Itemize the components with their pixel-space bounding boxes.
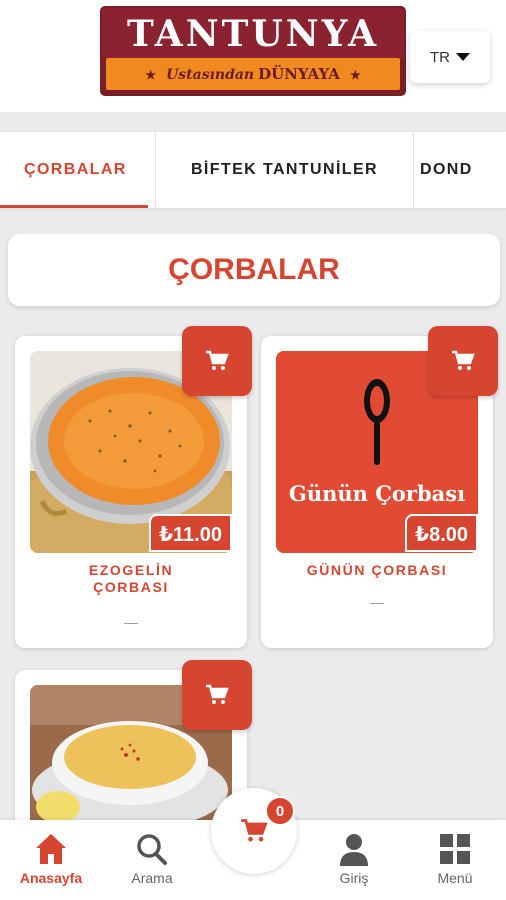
- logo-title: TANTUNYA: [102, 8, 404, 58]
- tab-corbalar[interactable]: ÇORBALAR: [0, 132, 156, 208]
- price-tag: ₺8.00: [405, 514, 478, 552]
- product-description: —: [370, 594, 384, 610]
- nav-home[interactable]: Anasayfa: [6, 820, 96, 900]
- product-name-line: GÜNÜN ÇORBASI: [306, 562, 448, 578]
- add-to-cart-button[interactable]: [182, 326, 252, 396]
- nav-search-label: Arama: [131, 870, 173, 886]
- add-to-cart-button[interactable]: [428, 326, 498, 396]
- nav-login[interactable]: Giriş: [309, 820, 399, 900]
- product-description: —: [124, 614, 138, 630]
- star-icon: ★: [145, 68, 157, 82]
- cart-icon: [206, 684, 229, 704]
- price-tag: ₺11.00: [149, 514, 232, 552]
- nav-menu[interactable]: Menü: [410, 820, 500, 900]
- user-icon: [340, 834, 368, 866]
- caret-down-icon: [456, 53, 470, 61]
- cart-icon: [241, 819, 268, 842]
- grid-menu-icon: [440, 834, 470, 864]
- section-title: ÇORBALAR: [8, 234, 500, 306]
- cart-icon: [452, 350, 475, 370]
- nav-menu-label: Menü: [437, 870, 473, 886]
- tantunya-logo[interactable]: TANTUNYA ★ Ustasından DÜNYAYA ★: [100, 6, 406, 96]
- logo-tagline: ★ Ustasından DÜNYAYA ★: [106, 58, 400, 90]
- logo-word: DÜNYAYA: [258, 65, 340, 83]
- product-name-line: ÇORBASI: [93, 579, 169, 595]
- tab-biftek-tantuniler[interactable]: BİFTEK TANTUNİLER: [156, 132, 414, 208]
- image-caption: Günün Çorbası: [288, 481, 466, 506]
- product-name[interactable]: GÜNÜN ÇORBASI: [271, 562, 483, 579]
- nav-login-label: Giriş: [339, 870, 369, 886]
- star-icon: ★: [349, 68, 361, 82]
- logo-script: Ustasından: [166, 67, 255, 83]
- cart-icon: [206, 350, 229, 370]
- tab-dond[interactable]: DOND: [414, 132, 506, 208]
- add-to-cart-button[interactable]: [182, 660, 252, 730]
- nav-home-label: Anasayfa: [19, 870, 83, 886]
- cart-count-badge: 0: [265, 796, 295, 826]
- app-header: TANTUNYA ★ Ustasından DÜNYAYA ★ TR: [0, 0, 506, 112]
- language-selector[interactable]: TR: [410, 31, 490, 83]
- nav-search[interactable]: Arama: [107, 820, 197, 900]
- language-label: TR: [430, 48, 450, 66]
- product-name-line: EZOGELİN: [88, 562, 174, 578]
- product-name[interactable]: EZOGELİN ÇORBASI: [25, 562, 237, 596]
- home-icon: [36, 834, 66, 864]
- category-tabs: ÇORBALAR BİFTEK TANTUNİLER DOND: [0, 132, 506, 208]
- search-icon: [137, 834, 167, 865]
